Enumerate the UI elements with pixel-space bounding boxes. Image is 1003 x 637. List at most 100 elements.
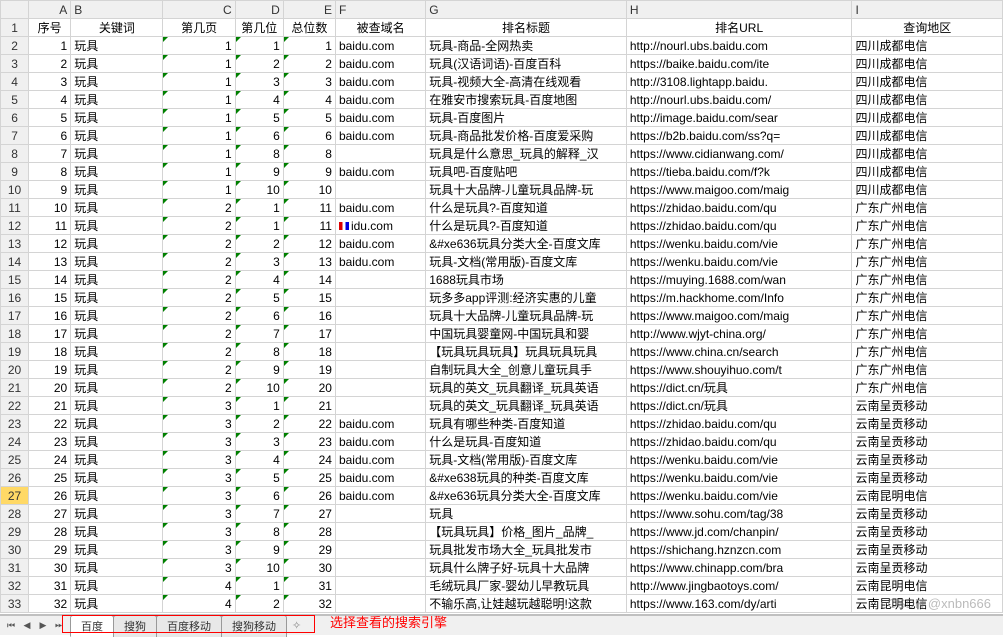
cell[interactable]: 查询地区 — [852, 19, 1003, 37]
cell[interactable]: 在雅安市搜索玩具-百度地图 — [426, 91, 627, 109]
row-header[interactable]: 20 — [1, 361, 29, 379]
cell[interactable]: baidu.com — [335, 91, 425, 109]
cell[interactable]: 20 — [29, 379, 71, 397]
row-header[interactable]: 16 — [1, 289, 29, 307]
cell[interactable]: baidu.com — [335, 487, 425, 505]
table-row[interactable]: 1413玩具2313baidu.com玩具-文档(常用版)-百度文库https:… — [1, 253, 1003, 271]
cell[interactable]: 广东广州电信 — [852, 307, 1003, 325]
cell[interactable]: baidu.com — [335, 163, 425, 181]
cell[interactable]: 四川成都电信 — [852, 91, 1003, 109]
cell[interactable]: 1 — [163, 91, 235, 109]
row-header[interactable]: 2 — [1, 37, 29, 55]
cell[interactable]: 5 — [235, 289, 283, 307]
cell[interactable]: 广东广州电信 — [852, 217, 1003, 235]
cell[interactable]: 25 — [283, 469, 335, 487]
cell[interactable]: 什么是玩具?-百度知道 — [426, 199, 627, 217]
cell[interactable]: 玩具 — [71, 523, 163, 541]
cell[interactable]: http://3108.lightapp.baidu. — [626, 73, 852, 91]
cell[interactable]: 11 — [283, 217, 335, 235]
cell[interactable]: 26 — [283, 487, 335, 505]
cell[interactable]: 4 — [29, 91, 71, 109]
table-row[interactable]: 1918玩具2818【玩具玩具玩具】玩具玩具玩具https://www.chin… — [1, 343, 1003, 361]
cell[interactable]: 广东广州电信 — [852, 361, 1003, 379]
cell[interactable]: 10 — [235, 181, 283, 199]
cell[interactable]: 24 — [283, 451, 335, 469]
cell[interactable]: http://nourl.ubs.baidu.com — [626, 37, 852, 55]
cell[interactable]: 27 — [29, 505, 71, 523]
cell[interactable]: 序号 — [29, 19, 71, 37]
cell[interactable]: 四川成都电信 — [852, 73, 1003, 91]
col-header-A[interactable]: A — [29, 1, 71, 19]
sheet-tab[interactable]: 百度移动 — [156, 615, 222, 637]
cell[interactable]: 3 — [163, 451, 235, 469]
row-header[interactable]: 7 — [1, 127, 29, 145]
cell[interactable]: https://wenku.baidu.com/vie — [626, 451, 852, 469]
row-header[interactable]: 5 — [1, 91, 29, 109]
col-header-F[interactable]: F — [335, 1, 425, 19]
cell[interactable]: 2 — [163, 343, 235, 361]
cell[interactable]: 1 — [283, 37, 335, 55]
table-row[interactable]: 2120玩具21020玩具的英文_玩具翻译_玩具英语https://dict.c… — [1, 379, 1003, 397]
cell[interactable]: 玩具 — [71, 487, 163, 505]
cell[interactable]: 玩具 — [71, 271, 163, 289]
cell[interactable]: https://wenku.baidu.com/vie — [626, 487, 852, 505]
table-row[interactable]: 2019玩具2919自制玩具大全_创意儿童玩具手https://www.shou… — [1, 361, 1003, 379]
table-row[interactable]: 2322玩具3222baidu.com玩具有哪些种类-百度知道https://z… — [1, 415, 1003, 433]
cell[interactable]: 11 — [283, 199, 335, 217]
cell[interactable] — [335, 505, 425, 523]
cell[interactable] — [335, 361, 425, 379]
cell[interactable]: https://www.maigoo.com/maig — [626, 307, 852, 325]
cell[interactable]: https://www.cidianwang.com/ — [626, 145, 852, 163]
row-header[interactable]: 29 — [1, 523, 29, 541]
table-row[interactable]: 3332玩具4232不输乐高,让娃越玩越聪明!这款https://www.163… — [1, 595, 1003, 613]
cell[interactable] — [335, 379, 425, 397]
cell[interactable]: 3 — [163, 433, 235, 451]
cell[interactable]: https://wenku.baidu.com/vie — [626, 235, 852, 253]
row-header[interactable]: 25 — [1, 451, 29, 469]
cell[interactable]: baidu.com — [335, 235, 425, 253]
cell[interactable]: 24 — [29, 451, 71, 469]
cell[interactable]: 1 — [163, 37, 235, 55]
cell[interactable]: 31 — [283, 577, 335, 595]
first-tab-icon[interactable]: ⏮ — [4, 619, 18, 633]
cell[interactable]: 14 — [283, 271, 335, 289]
cell[interactable]: 6 — [29, 127, 71, 145]
cell[interactable]: 玩具 — [71, 469, 163, 487]
cell[interactable]: 30 — [29, 559, 71, 577]
row-header[interactable]: 12 — [1, 217, 29, 235]
col-header-D[interactable]: D — [235, 1, 283, 19]
row-header[interactable]: 6 — [1, 109, 29, 127]
table-row[interactable]: 1110玩具2111baidu.com什么是玩具?-百度知道https://zh… — [1, 199, 1003, 217]
cell[interactable] — [335, 181, 425, 199]
cell[interactable]: 10 — [235, 559, 283, 577]
cell[interactable]: 3 — [163, 397, 235, 415]
cell[interactable]: 云南呈贡移动 — [852, 451, 1003, 469]
cell[interactable]: 玩具 — [71, 217, 163, 235]
cell[interactable]: 云南呈贡移动 — [852, 523, 1003, 541]
cell[interactable] — [335, 541, 425, 559]
data-grid[interactable]: A B C D E F G H I 1 序号 关键词 第几页 第几位 总位数 被… — [0, 0, 1003, 613]
cell[interactable]: http://www.wjyt-china.org/ — [626, 325, 852, 343]
row-header[interactable]: 26 — [1, 469, 29, 487]
cell[interactable]: 玩具 — [71, 163, 163, 181]
cell[interactable]: 3 — [163, 541, 235, 559]
cell[interactable]: 4 — [163, 595, 235, 613]
next-tab-icon[interactable]: ▶ — [36, 619, 50, 633]
table-row[interactable]: 1211玩具2111idu.com什么是玩具?-百度知道https://zhid… — [1, 217, 1003, 235]
cell[interactable]: 什么是玩具-百度知道 — [426, 433, 627, 451]
spreadsheet-area[interactable]: A B C D E F G H I 1 序号 关键词 第几页 第几位 总位数 被… — [0, 0, 1003, 615]
cell[interactable]: 1 — [163, 73, 235, 91]
cell[interactable]: 1 — [235, 397, 283, 415]
cell[interactable]: https://www.jd.com/chanpin/ — [626, 523, 852, 541]
cell[interactable]: 玩具 — [71, 235, 163, 253]
cell[interactable]: baidu.com — [335, 55, 425, 73]
cell[interactable]: baidu.com — [335, 433, 425, 451]
cell[interactable]: 28 — [29, 523, 71, 541]
cell[interactable]: 1 — [29, 37, 71, 55]
cell[interactable]: 关键词 — [71, 19, 163, 37]
row-header[interactable]: 11 — [1, 199, 29, 217]
cell[interactable]: 玩具吧-百度贴吧 — [426, 163, 627, 181]
row-header[interactable]: 24 — [1, 433, 29, 451]
table-row[interactable]: 2625玩具3525baidu.com&#xe638玩具的种类-百度文库http… — [1, 469, 1003, 487]
cell[interactable]: https://dict.cn/玩具 — [626, 397, 852, 415]
